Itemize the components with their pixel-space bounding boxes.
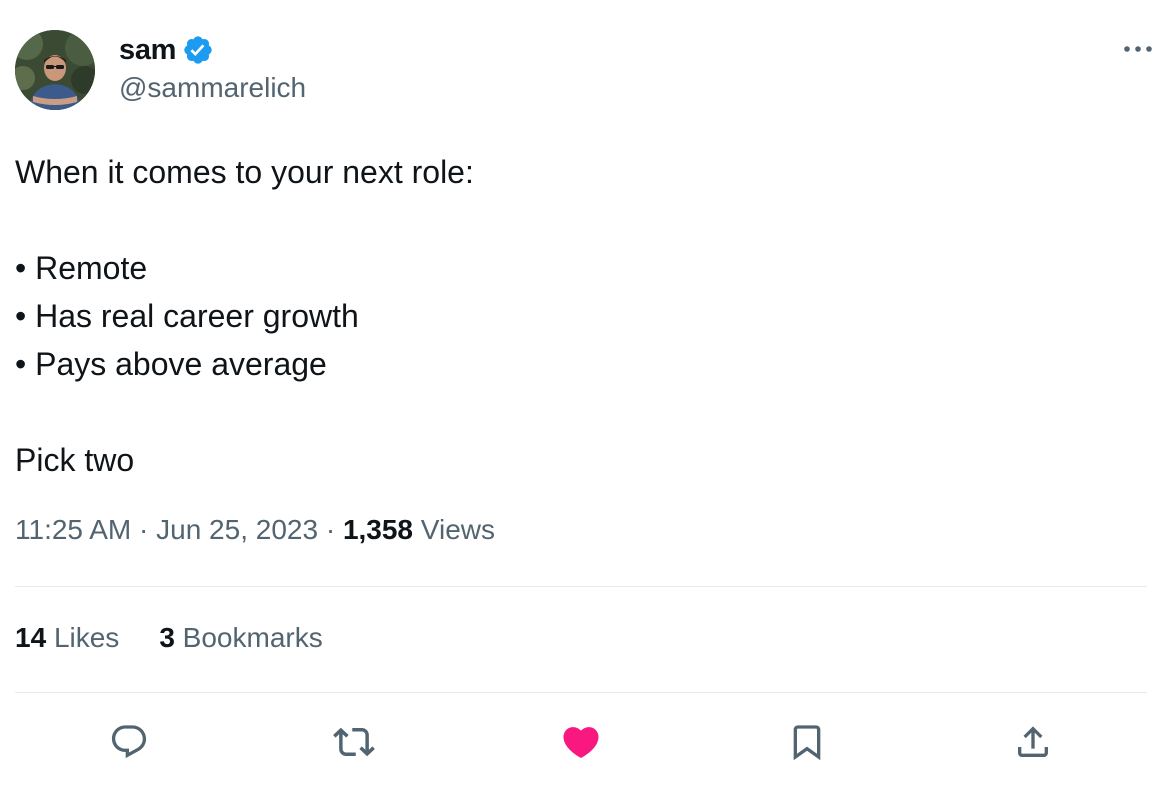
tweet: sam @sammarelich When it comes to your n… xyxy=(0,0,1168,798)
divider xyxy=(15,692,1147,693)
tweet-text-line: • Pays above average xyxy=(15,346,327,382)
tweet-text-line: When it comes to your next role: xyxy=(15,154,474,190)
likes-stat[interactable]: 14 Likes xyxy=(15,622,119,654)
verified-badge-icon xyxy=(182,34,214,66)
handle[interactable]: @sammarelich xyxy=(119,72,306,104)
action-bar xyxy=(15,716,1147,768)
reply-button[interactable] xyxy=(103,716,155,768)
meta-separator: · xyxy=(131,514,157,545)
author-name-row[interactable]: sam xyxy=(119,30,214,70)
share-icon xyxy=(1018,726,1048,757)
display-name[interactable]: sam xyxy=(119,34,176,67)
more-options-button[interactable] xyxy=(1120,34,1156,64)
tweet-text: When it comes to your next role: • Remot… xyxy=(15,148,1145,484)
bookmarks-count: 3 xyxy=(159,622,175,653)
more-dots-icon xyxy=(1124,46,1152,52)
like-button[interactable] xyxy=(555,716,607,768)
bookmark-button[interactable] xyxy=(781,716,833,768)
tweet-date[interactable]: Jun 25, 2023 xyxy=(156,514,318,545)
tweet-text-line: Pick two xyxy=(15,442,135,478)
tweet-time[interactable]: 11:25 AM xyxy=(15,514,131,545)
reply-icon xyxy=(111,725,147,759)
views-label: Views xyxy=(420,514,495,545)
bookmarks-label: Bookmarks xyxy=(182,622,323,653)
retweet-button[interactable] xyxy=(328,716,380,768)
likes-label: Likes xyxy=(53,622,120,653)
share-button[interactable] xyxy=(1007,716,1059,768)
meta-separator: · xyxy=(318,514,343,545)
tweet-text-line: • Remote xyxy=(15,250,148,286)
tweet-text-line xyxy=(15,196,1145,244)
likes-count: 14 xyxy=(15,622,47,653)
avatar[interactable] xyxy=(15,30,95,110)
retweet-icon xyxy=(333,727,375,757)
tweet-text-line xyxy=(15,388,1145,436)
avatar-image xyxy=(15,30,95,110)
bookmark-icon xyxy=(793,725,821,761)
tweet-meta: 11:25 AM · Jun 25, 2023 · 1,358 Views xyxy=(15,514,495,546)
divider xyxy=(15,586,1147,587)
tweet-text-line: • Has real career growth xyxy=(15,298,359,334)
tweet-stats: 14 Likes 3 Bookmarks xyxy=(15,622,323,654)
views-count: 1,358 xyxy=(342,514,414,545)
bookmarks-stat[interactable]: 3 Bookmarks xyxy=(159,622,322,654)
like-icon xyxy=(563,727,599,759)
